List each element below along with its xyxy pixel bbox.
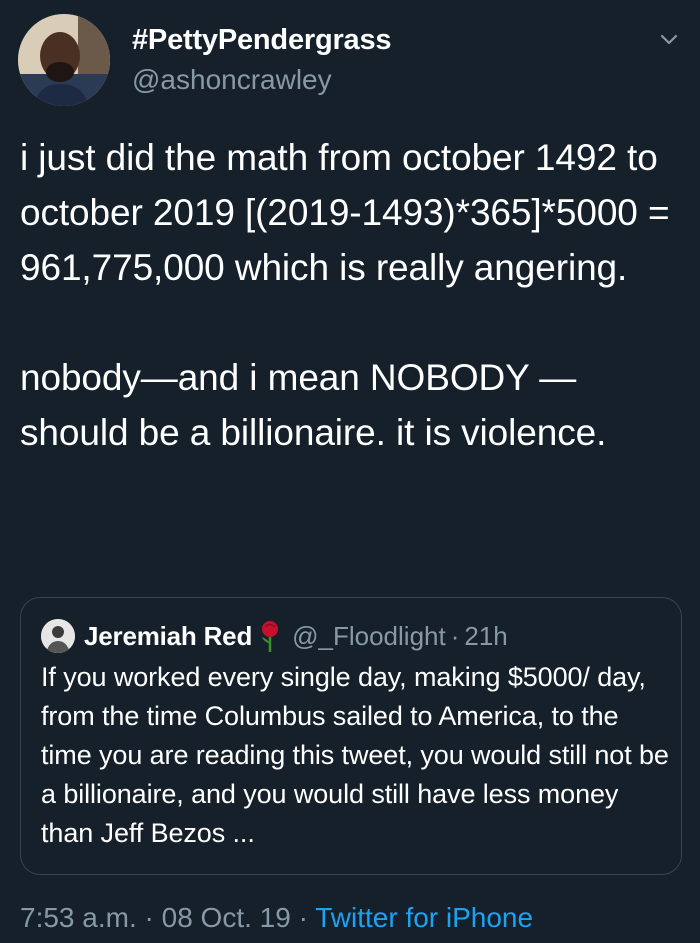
quoted-time[interactable]: 21h bbox=[464, 621, 507, 652]
separator-dot: · bbox=[144, 902, 154, 933]
tweet-date[interactable]: 08 Oct. 19 bbox=[162, 902, 291, 933]
source-link[interactable]: Twitter for iPhone bbox=[315, 902, 533, 933]
tweet-time[interactable]: 7:53 a.m. bbox=[20, 902, 137, 933]
quoted-display-name[interactable]: Jeremiah Red bbox=[84, 621, 252, 652]
separator-dot: · bbox=[298, 902, 308, 933]
avatar[interactable] bbox=[18, 14, 110, 106]
handle[interactable]: @ashoncrawley bbox=[132, 62, 391, 98]
chevron-down-icon[interactable] bbox=[658, 28, 680, 50]
rose-icon bbox=[262, 621, 279, 652]
tweet: #PettyPendergrass @ashoncrawley i just d… bbox=[0, 0, 700, 943]
quote-avatar bbox=[41, 619, 75, 653]
separator-dot: · bbox=[450, 620, 460, 651]
quoted-handle[interactable]: @_Floodlight bbox=[292, 621, 446, 652]
tweet-text: i just did the math from october 1492 to… bbox=[20, 137, 670, 453]
quoted-tweet-text: If you worked every single day, making $… bbox=[41, 662, 669, 848]
author-block: #PettyPendergrass @ashoncrawley bbox=[132, 22, 392, 98]
quoted-tweet-header: Jeremiah Red @_Floodlight · 21h bbox=[41, 618, 508, 654]
display-name[interactable]: #PettyPendergrass bbox=[132, 22, 392, 58]
tweet-footer: 7:53 a.m. · 08 Oct. 19 · Twitter for iPh… bbox=[20, 898, 533, 938]
quoted-tweet[interactable]: Jeremiah Red @_Floodlight · 21h If you w… bbox=[20, 597, 682, 875]
